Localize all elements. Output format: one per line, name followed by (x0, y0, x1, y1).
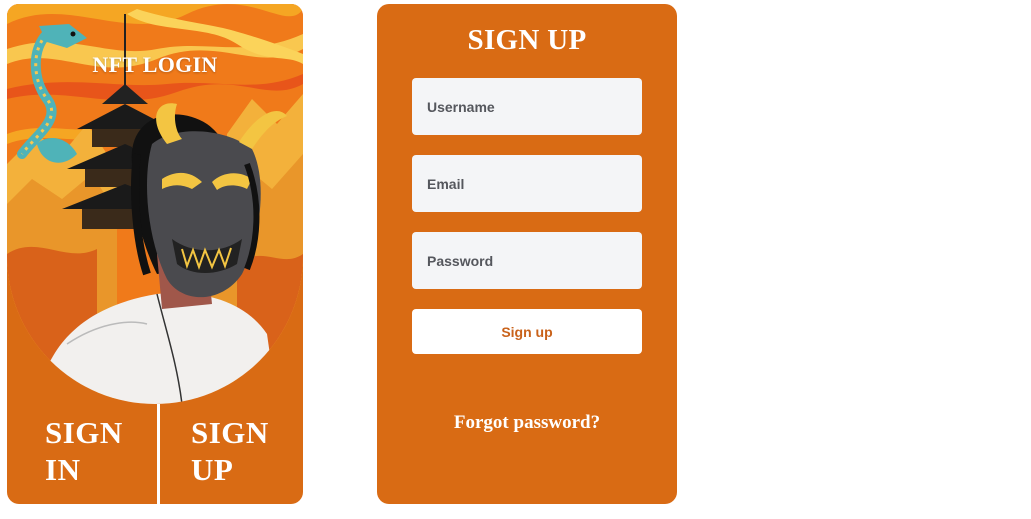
email-field[interactable] (412, 155, 642, 212)
form-title: SIGN UP (467, 24, 587, 56)
sign-up-tab[interactable]: SIGN UP (160, 404, 303, 504)
forgot-password-link[interactable]: Forgot password? (377, 412, 677, 434)
login-hero-card: NFT LOGIN SIGN IN SIGN UP (7, 4, 303, 504)
sign-up-button[interactable]: Sign up (412, 309, 642, 354)
auth-nav: SIGN IN SIGN UP (7, 404, 303, 504)
username-field[interactable] (412, 78, 642, 135)
signup-form-card: SIGN UP Sign up Forgot password? (377, 4, 677, 504)
sign-in-tab[interactable]: SIGN IN (7, 404, 157, 504)
brand-title: NFT LOGIN (92, 52, 218, 77)
password-field[interactable] (412, 232, 642, 289)
